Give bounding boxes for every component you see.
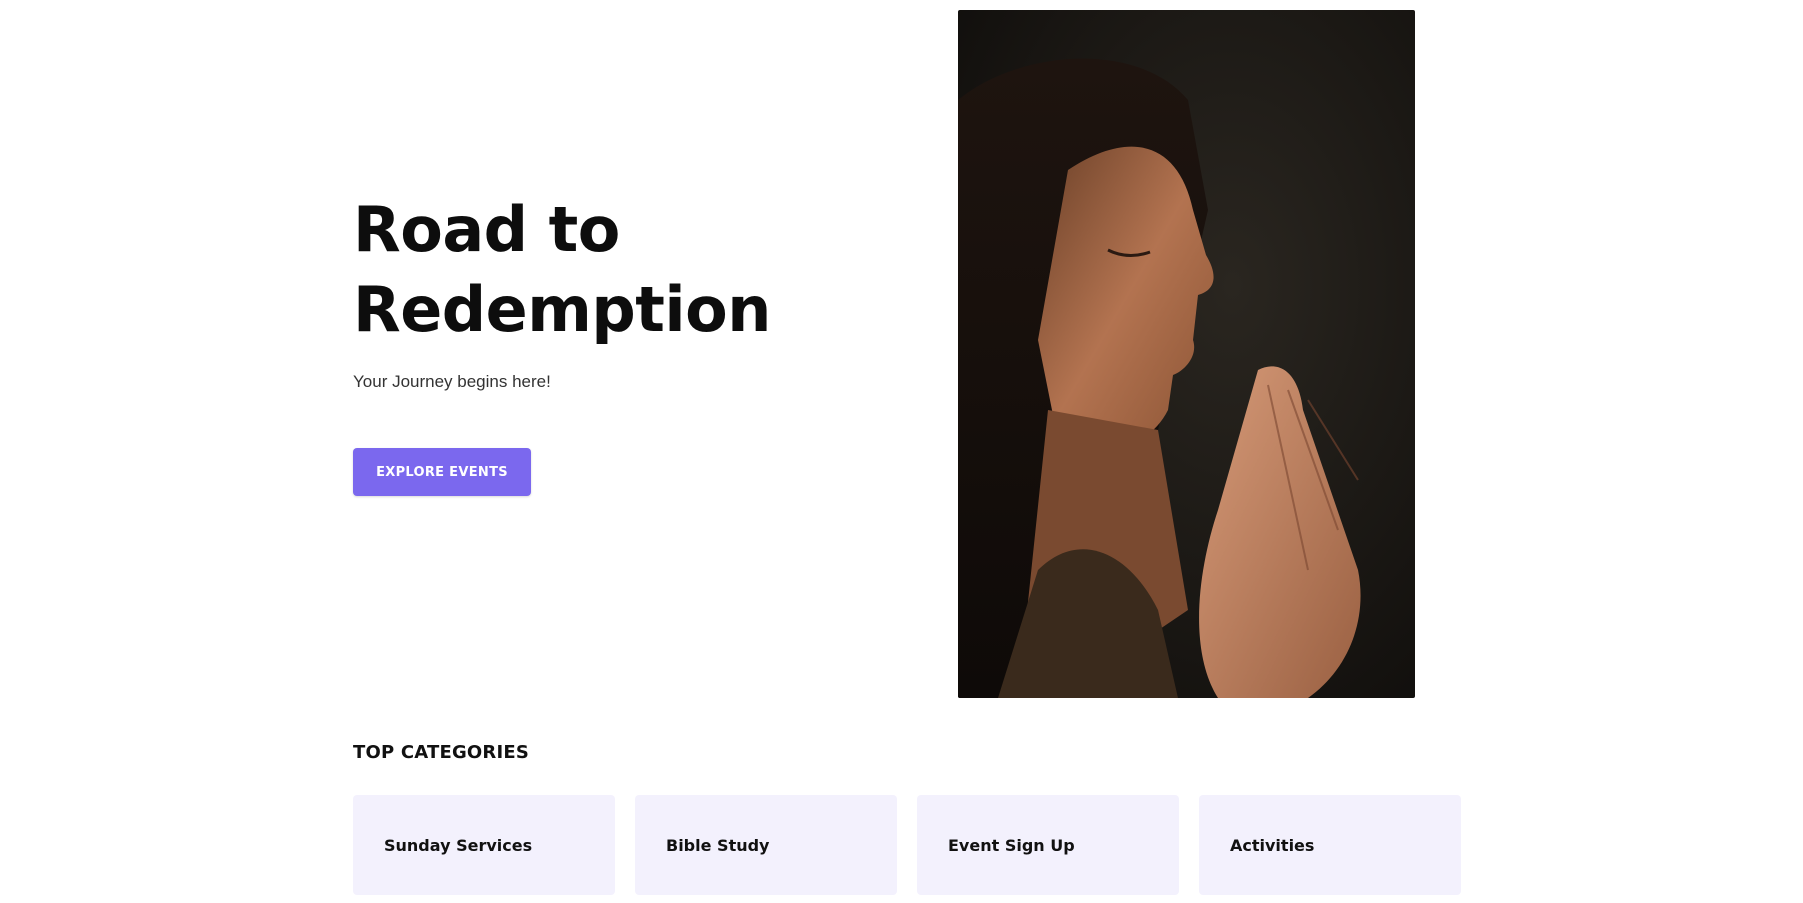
category-card-bible-study[interactable]: Bible Study	[635, 795, 897, 895]
category-card-sunday-services[interactable]: Sunday Services	[353, 795, 615, 895]
hero-photo	[958, 10, 1415, 698]
hero-title-line-2: Redemption	[353, 273, 771, 346]
landing-page: Road to Redemption Your Journey begins h…	[0, 0, 1803, 903]
category-card-activities[interactable]: Activities	[1199, 795, 1461, 895]
hero-subtitle: Your Journey begins here!	[353, 372, 551, 391]
category-label: Event Sign Up	[948, 835, 1075, 855]
category-label: Activities	[1230, 835, 1315, 855]
top-categories-heading: TOP CATEGORIES	[353, 742, 530, 763]
explore-events-button[interactable]: EXPLORE EVENTS	[353, 448, 531, 496]
category-card-event-sign-up[interactable]: Event Sign Up	[917, 795, 1179, 895]
hero-title: Road to Redemption	[353, 190, 853, 350]
hero-text-block: Road to Redemption Your Journey begins h…	[353, 190, 853, 392]
category-label: Sunday Services	[384, 835, 533, 855]
category-label: Bible Study	[666, 835, 770, 855]
category-grid: Sunday Services Bible Study Event Sign U…	[353, 795, 1461, 895]
hero-title-line-1: Road to	[353, 193, 620, 266]
